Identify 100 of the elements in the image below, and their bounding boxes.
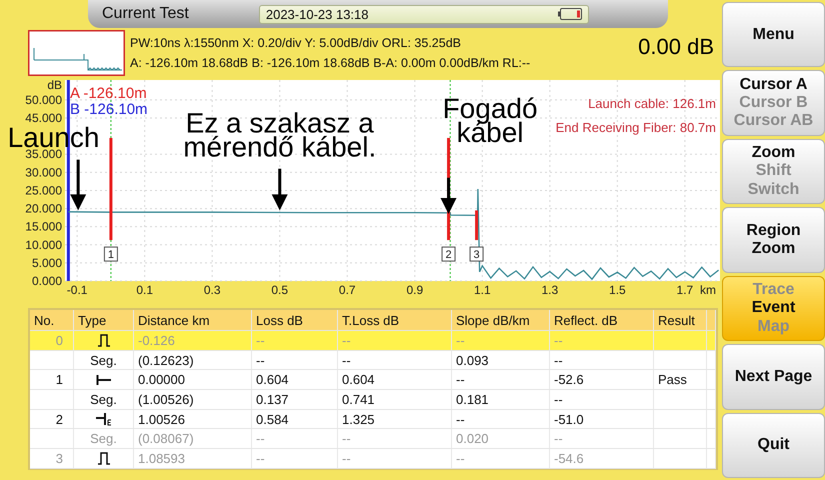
table-cell: (0.12623) [138,352,194,368]
table-cell: 0.584 [256,412,289,427]
tick-label: 15.000 [25,220,62,234]
table-cell: Seg. [90,392,117,407]
axis-label: km [700,283,716,297]
table-cell: -54.6 [554,450,584,466]
tick-label: 0.5 [271,283,288,297]
table-cell: 0 [56,332,63,348]
table-row[interactable]: Seg. (0.12623) -- -- 0.093 -- [30,350,716,370]
tick-label: 50.000 [25,92,62,107]
date-time: 2023-10-23 13:18 [266,6,369,22]
event-number: 1 [104,246,118,262]
table-cell: -- [456,412,465,427]
table-cell: 0.137 [256,392,289,407]
legend-text: End Receiving Fiber: 80.7m [556,120,716,135]
button-option: Shift [756,162,792,181]
table-cell: -51.0 [554,412,584,427]
table-cell: 0.181 [456,392,489,407]
table-cell: 0.604 [342,372,375,388]
cursor-readout: A: -126.10m 18.68dB B: -126.10m 18.68dB B-A: 0.00m 0.00dB/km RL:-- [130,56,532,70]
tick-label: 45.000 [25,111,62,126]
tick-label: 1.5 [609,283,626,297]
table-cell: -- [256,431,265,446]
softkey-button[interactable]: Zoom Shift Switch [722,138,825,204]
tick-label: 0.9 [406,283,424,297]
arrow [440,178,457,214]
column-header: Distance km [134,310,252,330]
trace-parameters: PW:10ns λ:1550nm X: 0.20/div Y: 5.00dB/div ORL: 35.25dB [130,36,462,50]
column-header: T.Loss dB [338,310,452,330]
column-header: Reflect. dB [550,310,654,330]
table-cell: -- [342,332,351,348]
loss-reading: 0.00 dB [638,34,714,60]
start-marker-icon [96,374,112,386]
tick-label: 1.3 [542,283,558,297]
tick-label: 5.000 [32,256,62,270]
table-cell: 2 [56,412,63,427]
button-option: Cursor B [739,94,808,112]
table-cell: -- [256,352,265,368]
tick-label: 0.3 [204,283,221,297]
tick-label: -0.1 [66,283,88,297]
tick-label: 25.000 [25,183,62,198]
table-cell: (0.08067) [138,431,194,446]
column-header: Loss dB [252,310,338,330]
button-option: Cursor A [740,76,808,94]
table-row[interactable]: 1 0.00000 0.604 0.604 -- -52.6 Pass [30,370,716,390]
tick-label: 1.1 [474,283,491,297]
table-cell: Seg. [90,431,117,446]
arrow [70,160,86,210]
table-cell: -- [342,450,351,466]
table-cell: -- [456,372,465,388]
table-cell: -- [342,431,351,446]
table-cell: -- [554,352,563,368]
table-cell: -- [342,352,351,368]
table-cell: -- [554,431,563,446]
table-cell: -- [456,332,465,348]
table-row[interactable]: Seg. (1.00526) 0.137 0.741 0.181 -- [30,390,716,410]
axis-label: dB [47,78,62,92]
button-option: Cursor AB [734,112,814,131]
event-number: 3 [470,246,484,262]
tick-label: 0.000 [32,274,62,288]
table-cell: -- [554,392,563,407]
column-header: Slope dB/km [452,310,550,330]
tab-title: Current Test [102,5,189,23]
table-cell: -- [256,450,265,466]
tick-label: 0.1 [136,283,154,297]
table-cell: -0.126 [138,332,175,348]
tick-label: 30.000 [25,165,62,180]
end-marker-icon [94,412,112,426]
arrow [272,168,288,210]
button-option: Zoom [752,144,796,162]
table-cell: 1.00526 [138,412,185,427]
event-number: 2 [442,246,456,262]
column-header: Type [74,310,134,330]
pulse-icon [96,451,110,466]
event-marker [475,210,478,240]
softkey-button[interactable]: Next Page [722,344,825,410]
table-cell: 0.741 [342,392,375,407]
table-row[interactable]: 2 1.00526 0.584 1.325 -- -51.0 [30,410,716,430]
column-header: No. [30,310,74,330]
tick-label: 20.000 [25,202,62,216]
button-option: Trace [752,280,794,300]
table-cell: Pass [658,372,687,388]
table-cell: 0.020 [456,431,489,446]
annotation-text: mérendő kábel. [183,132,376,163]
softkey-button[interactable]: Trace Event Map [722,276,825,342]
table-cell: 0.604 [256,372,289,388]
softkey-button[interactable]: Cursor A Cursor B Cursor AB [722,70,825,136]
softkey-button[interactable]: Quit [722,412,825,478]
tick-label: 10.000 [25,238,62,252]
button-option: Switch [748,180,800,200]
table-cell: 1.08593 [138,450,185,466]
table-cell: -- [256,332,265,348]
tick-label: 1.7 [676,283,694,297]
table-cell: -- [554,332,563,348]
softkey-button[interactable]: Region Zoom [722,207,825,273]
table-cell: 3 [56,450,63,466]
table-cell: 0.00000 [138,372,185,388]
button-option: Event [752,299,796,318]
tick-label: 0.7 [338,283,356,297]
softkey-button[interactable]: Menu [722,2,825,68]
